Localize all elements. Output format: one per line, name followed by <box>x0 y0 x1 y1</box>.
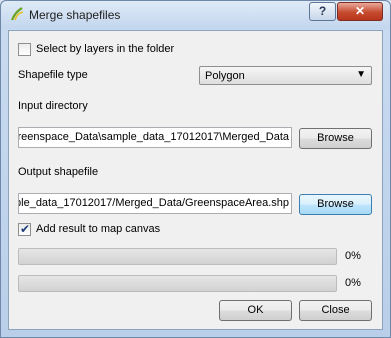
output-browse-label: Browse <box>317 198 354 210</box>
checkmark-icon: ✔ <box>20 222 31 236</box>
output-shapefile-label: Output shapefile <box>18 166 99 178</box>
close-label: Close <box>321 304 350 316</box>
input-browse-label: Browse <box>317 132 354 144</box>
chevron-down-icon: ▼ <box>356 69 366 80</box>
help-icon: ? <box>318 4 327 18</box>
shapefile-type-label: Shapefile type <box>18 69 88 81</box>
progress-bar-2 <box>18 275 337 292</box>
input-directory-value: reenspace_Data\sample_data_17012017\Merg… <box>18 131 289 143</box>
output-shapefile-value: ple_data_17012017/Merged_Data/Greenspace… <box>18 197 289 209</box>
output-shapefile-field[interactable]: ple_data_17012017/Merged_Data/Greenspace… <box>18 193 292 214</box>
input-directory-label: Input directory <box>18 100 88 112</box>
input-directory-field[interactable]: reenspace_Data\sample_data_17012017\Merg… <box>18 127 292 148</box>
add-to-canvas-checkbox[interactable]: ✔ <box>18 222 31 236</box>
input-browse-button[interactable]: Browse <box>299 128 372 149</box>
dialog-body: Select by layers in the folder Shapefile… <box>8 30 383 330</box>
window-title: Merge shapefiles <box>29 8 121 22</box>
qgis-icon <box>10 7 24 21</box>
progress-bar-1-text: 0% <box>345 250 361 262</box>
shapefile-type-value: Polygon <box>205 70 245 82</box>
merge-shapefiles-dialog: Merge shapefiles ? ✕ Select by layers in… <box>0 0 391 338</box>
progress-bar-1 <box>18 248 337 265</box>
close-icon: ✕ <box>354 4 366 18</box>
help-button[interactable]: ? <box>309 2 336 21</box>
ok-button[interactable]: OK <box>219 300 292 321</box>
shapefile-type-select[interactable]: Polygon ▼ <box>199 66 372 85</box>
progress-bar-2-text: 0% <box>345 277 361 289</box>
window-close-button[interactable]: ✕ <box>337 2 383 21</box>
close-button[interactable]: Close <box>299 300 372 321</box>
output-browse-button[interactable]: Browse <box>299 194 372 215</box>
select-by-layers-label: Select by layers in the folder <box>36 43 175 55</box>
select-by-layers-checkbox[interactable] <box>18 43 31 56</box>
ok-label: OK <box>247 304 264 316</box>
add-to-canvas-label: Add result to map canvas <box>36 223 161 235</box>
title-bar[interactable]: Merge shapefiles ? ✕ <box>1 1 390 29</box>
